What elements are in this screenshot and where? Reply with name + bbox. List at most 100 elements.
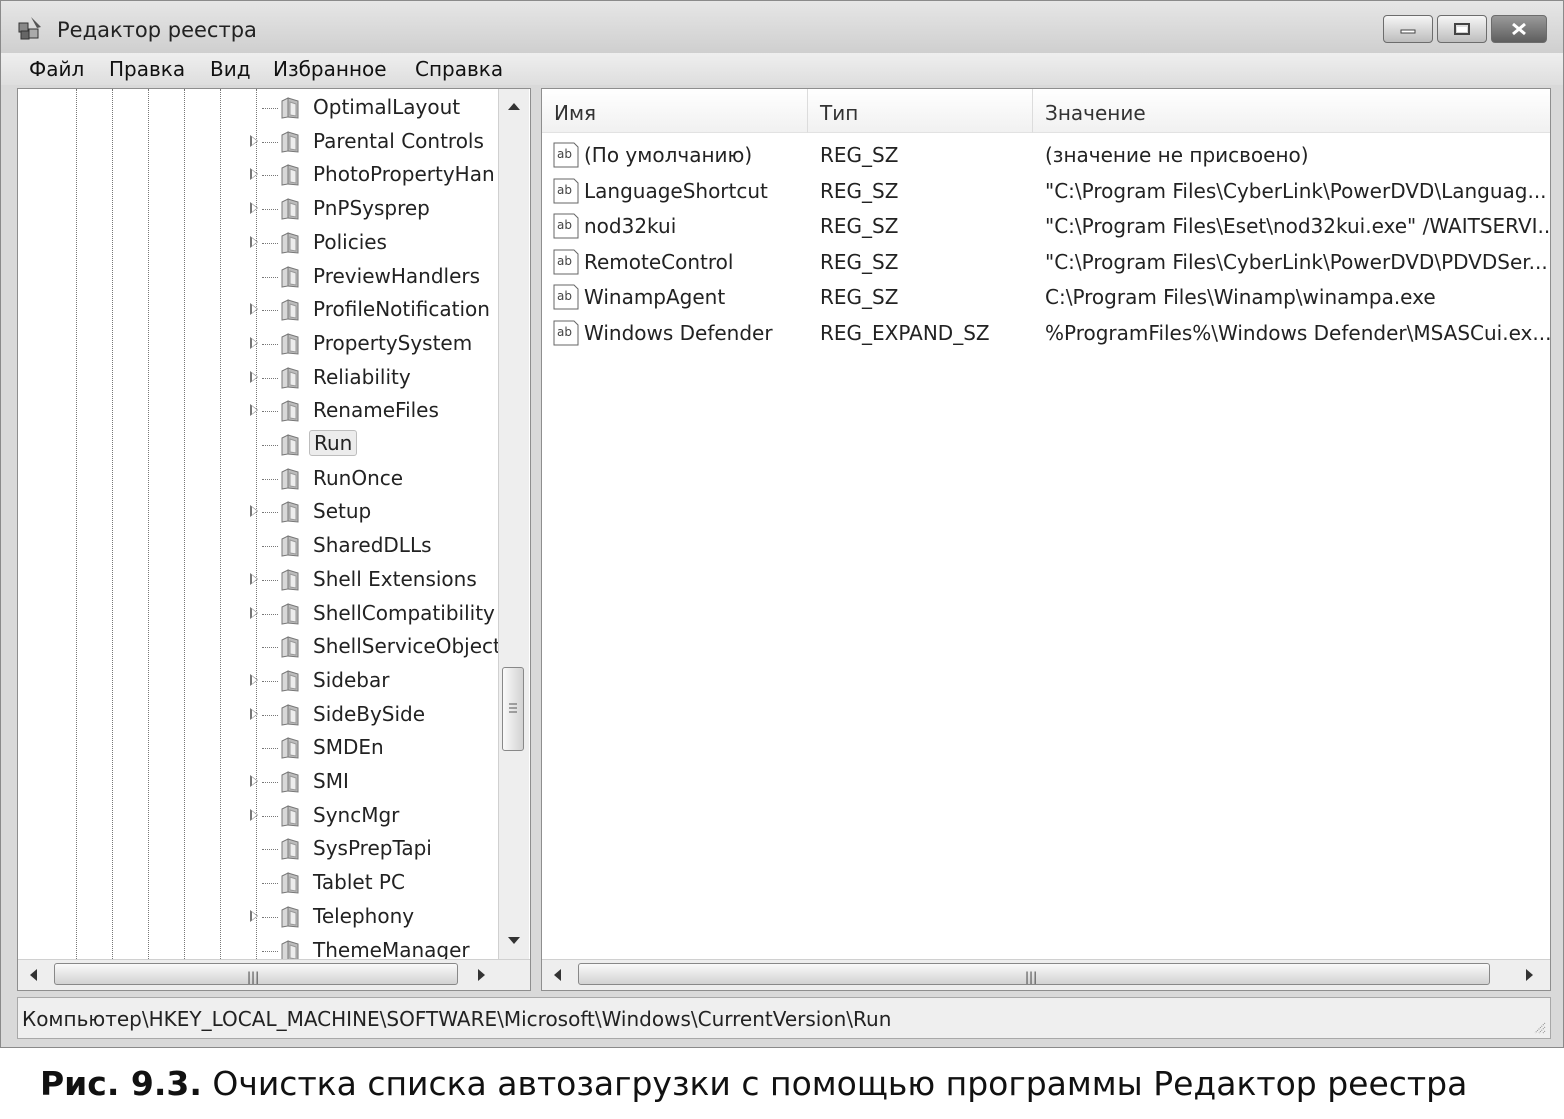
- window-title: Редактор реестра: [57, 18, 257, 42]
- tree-item[interactable]: SMDEn: [18, 731, 498, 765]
- folder-icon: [281, 568, 299, 591]
- value-name: nod32kui: [584, 214, 677, 238]
- tree-item[interactable]: PropertySystem: [18, 327, 498, 361]
- tree-item[interactable]: SideBySide: [18, 698, 498, 732]
- column-header-value[interactable]: Значение: [1033, 89, 1550, 133]
- status-path: Компьютер\HKEY_LOCAL_MACHINE\SOFTWARE\Mi…: [22, 1007, 892, 1031]
- tree-item[interactable]: ProfileNotification: [18, 293, 498, 327]
- string-value-icon: ab: [553, 178, 579, 203]
- tree-horizontal-scroll-thumb[interactable]: |||: [54, 963, 458, 985]
- tree-item[interactable]: Policies: [18, 226, 498, 260]
- folder-icon: [281, 905, 299, 928]
- tree-item[interactable]: Tablet PC: [18, 866, 498, 900]
- figure-caption-text: Очистка списка автозагрузки с помощью пр…: [212, 1064, 1468, 1103]
- value-row[interactable]: ab RemoteControl REG_SZ "C:\Program Files\C…: [542, 246, 1550, 280]
- folder-icon: [281, 130, 299, 153]
- tree-item[interactable]: SysPrepTapi: [18, 832, 498, 866]
- tree-horizontal-scrollbar[interactable]: |||: [18, 959, 530, 990]
- expand-arrow-icon-inner: [252, 406, 257, 415]
- scroll-right-arrow-icon[interactable]: [478, 969, 485, 981]
- tree-item[interactable]: SMI: [18, 765, 498, 799]
- folder-icon: [281, 872, 299, 894]
- maximize-button[interactable]: [1437, 15, 1487, 43]
- tree-item[interactable]: PnPSysprep: [18, 192, 498, 226]
- folder-icon: [281, 231, 299, 254]
- value-row[interactable]: ab Windows Defender REG_EXPAND_SZ %ProgramF…: [542, 317, 1550, 351]
- string-value-icon: ab: [553, 320, 579, 345]
- expand-arrow-icon-inner: [252, 237, 257, 246]
- close-button[interactable]: [1491, 15, 1547, 43]
- folder-icon: [281, 366, 299, 389]
- folder-icon: [281, 804, 299, 827]
- menu-favorites[interactable]: Избранное: [271, 57, 389, 81]
- tree-item[interactable]: RunOnce: [18, 462, 498, 496]
- scroll-left-arrow-icon[interactable]: [554, 969, 561, 981]
- value-type: REG_SZ: [820, 178, 899, 203]
- column-header-type[interactable]: Тип: [808, 89, 1033, 133]
- resize-grip-icon[interactable]: [1532, 1020, 1546, 1034]
- tree-item[interactable]: Telephony: [18, 900, 498, 934]
- tree-item[interactable]: SyncMgr: [18, 799, 498, 833]
- expand-arrow-icon-inner: [252, 574, 257, 583]
- minimize-button[interactable]: [1383, 15, 1433, 43]
- value-row[interactable]: ab nod32kui REG_SZ "C:\Program Files\Eset\n…: [542, 210, 1550, 244]
- tree-item[interactable]: Parental Controls: [18, 125, 498, 159]
- folder-icon: [281, 164, 299, 186]
- scroll-right-arrow-icon[interactable]: [1526, 969, 1533, 981]
- minimize-icon: [1400, 29, 1416, 34]
- tree-item[interactable]: Run: [18, 428, 498, 462]
- title-bar[interactable]: Редактор реестра: [1, 1, 1563, 53]
- menu-edit[interactable]: Правка: [107, 57, 187, 81]
- scroll-down-arrow-icon[interactable]: [508, 937, 520, 944]
- tree-connector-line: [262, 411, 278, 413]
- tree-item-label: OptimalLayout: [313, 95, 461, 119]
- tree-item[interactable]: ShellCompatibility: [18, 597, 498, 631]
- value-row[interactable]: ab (По умолчанию) REG_SZ (значение не присв…: [542, 139, 1550, 173]
- maximize-icon: [1454, 23, 1470, 35]
- tree-connector-line: [262, 647, 278, 649]
- expand-arrow-icon-inner: [252, 372, 257, 381]
- tree-item[interactable]: SharedDLLs: [18, 529, 498, 563]
- status-bar: Компьютер\HKEY_LOCAL_MACHINE\SOFTWARE\Mi…: [17, 997, 1551, 1039]
- menu-view[interactable]: Вид: [208, 57, 253, 81]
- value-data: (значение не присвоено): [1045, 143, 1309, 167]
- value-name: (По умолчанию): [584, 143, 753, 167]
- scroll-up-arrow-icon[interactable]: [508, 103, 520, 110]
- expand-arrow-icon-inner: [252, 338, 257, 347]
- column-header-name[interactable]: Имя: [542, 89, 808, 133]
- grip-icon: |||: [247, 970, 260, 984]
- value-type: REG_EXPAND_SZ: [820, 320, 990, 345]
- tree-item[interactable]: Shell Extensions: [18, 563, 498, 597]
- values-horizontal-scroll-thumb[interactable]: |||: [578, 963, 1490, 985]
- tree-vertical-scroll-thumb[interactable]: [502, 667, 524, 751]
- menu-bar: Файл Правка Вид Избранное Справка: [1, 53, 1563, 85]
- registry-tree[interactable]: OptimalLayout Parental Controls PhotoPrope…: [17, 88, 531, 991]
- tree-item[interactable]: RenameFiles: [18, 394, 498, 428]
- folder-icon: [281, 501, 299, 523]
- value-name: WinampAgent: [584, 285, 726, 309]
- values-list[interactable]: Имя Тип Значение ab (По умолчанию) REG_SZ (…: [541, 88, 1551, 991]
- tree-connector-line: [262, 950, 278, 952]
- tree-vertical-scrollbar[interactable]: [498, 89, 529, 959]
- scroll-left-arrow-icon[interactable]: [30, 969, 37, 981]
- tree-item[interactable]: OptimalLayout: [18, 91, 498, 125]
- tree-item-label: RenameFiles: [313, 398, 439, 423]
- tree-connector-line: [262, 108, 278, 109]
- tree-item[interactable]: ShellServiceObject: [18, 630, 501, 664]
- tree-item[interactable]: PhotoPropertyHan: [18, 158, 498, 192]
- value-name: RemoteControl: [584, 249, 734, 274]
- tree-item[interactable]: PreviewHandlers: [18, 260, 498, 294]
- tree-connector-line: [262, 546, 278, 548]
- menu-help[interactable]: Справка: [413, 57, 505, 81]
- menu-file[interactable]: Файл: [27, 57, 86, 81]
- tree-connector-line: [262, 445, 278, 446]
- values-horizontal-scrollbar[interactable]: |||: [542, 959, 1550, 990]
- tree-item[interactable]: Setup: [18, 495, 498, 529]
- value-row[interactable]: ab LanguageShortcut REG_SZ "C:\Program File…: [542, 175, 1550, 209]
- tree-item-label: Telephony: [313, 903, 415, 928]
- value-row[interactable]: ab WinampAgent REG_SZ C:\Program Files\Wina…: [542, 281, 1550, 315]
- tree-item-label: SharedDLLs: [313, 533, 432, 558]
- tree-item[interactable]: Reliability: [18, 361, 498, 395]
- tree-item[interactable]: Sidebar: [18, 664, 498, 698]
- value-type: REG_SZ: [820, 285, 899, 309]
